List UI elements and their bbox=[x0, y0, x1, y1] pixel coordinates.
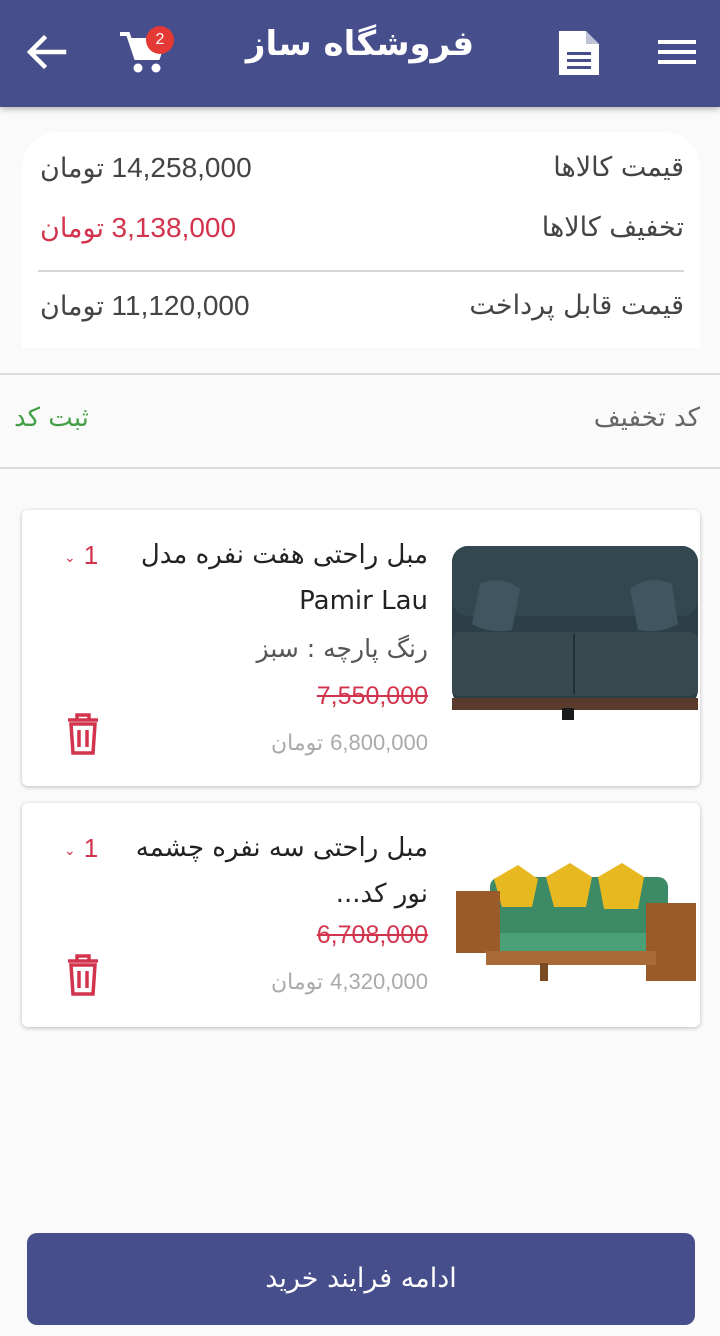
price-summary-card: قیمت کالاها 14,258,000 تومان تخفیف کالاه… bbox=[22, 132, 700, 348]
discount-code-input[interactable]: کد تخفیف bbox=[594, 403, 700, 433]
divider bbox=[38, 270, 684, 272]
original-price: 6,708,000 bbox=[316, 921, 428, 949]
submit-code-button[interactable]: ثبت کد bbox=[14, 403, 89, 433]
trash-icon[interactable] bbox=[64, 712, 102, 756]
discount-code-bar[interactable]: کد تخفیف ثبت کد bbox=[0, 373, 720, 469]
cart-item-card[interactable]: مبل راحتی هفت نفره مدل Pamir Lau رنگ پار… bbox=[22, 510, 700, 786]
product-variant: رنگ پارچه : سبز bbox=[256, 634, 428, 663]
product-name: مبل راحتی سه نفره چشمه نور کد... bbox=[135, 833, 428, 909]
cart-item-card[interactable]: مبل راحتی سه نفره چشمه نور کد... 6,708,0… bbox=[22, 803, 700, 1027]
chevron-down-icon: ⌄ bbox=[64, 548, 76, 565]
chevron-down-icon: ⌄ bbox=[64, 841, 76, 858]
items-discount-label: تخفیف کالاها bbox=[541, 212, 684, 243]
product-image bbox=[452, 546, 698, 720]
original-price: 7,550,000 bbox=[316, 682, 428, 710]
product-name: مبل راحتی هفت نفره مدل Pamir Lau bbox=[140, 540, 428, 616]
payable-value: 11,120,000 تومان bbox=[40, 290, 250, 321]
quantity-selector[interactable]: ⌄ 1 bbox=[64, 540, 98, 571]
items-price-value: 14,258,000 تومان bbox=[40, 152, 252, 183]
discounted-price: 6,800,000 تومان bbox=[270, 730, 428, 756]
items-discount-value: 3,138,000 تومان bbox=[40, 212, 237, 243]
continue-checkout-button[interactable]: ادامه فرایند خرید bbox=[27, 1233, 695, 1325]
document-icon[interactable] bbox=[556, 28, 602, 78]
app-title: فروشگاه ساز bbox=[245, 24, 475, 64]
app-bar: 2 فروشگاه ساز bbox=[0, 0, 720, 107]
quantity-selector[interactable]: ⌄ 1 bbox=[64, 833, 98, 864]
menu-icon[interactable] bbox=[656, 34, 698, 70]
payable-label: قیمت قابل پرداخت bbox=[469, 290, 684, 321]
discounted-price: 4,320,000 تومان bbox=[270, 969, 428, 995]
product-image bbox=[456, 863, 696, 981]
trash-icon[interactable] bbox=[64, 953, 102, 997]
items-price-label: قیمت کالاها bbox=[553, 152, 684, 183]
